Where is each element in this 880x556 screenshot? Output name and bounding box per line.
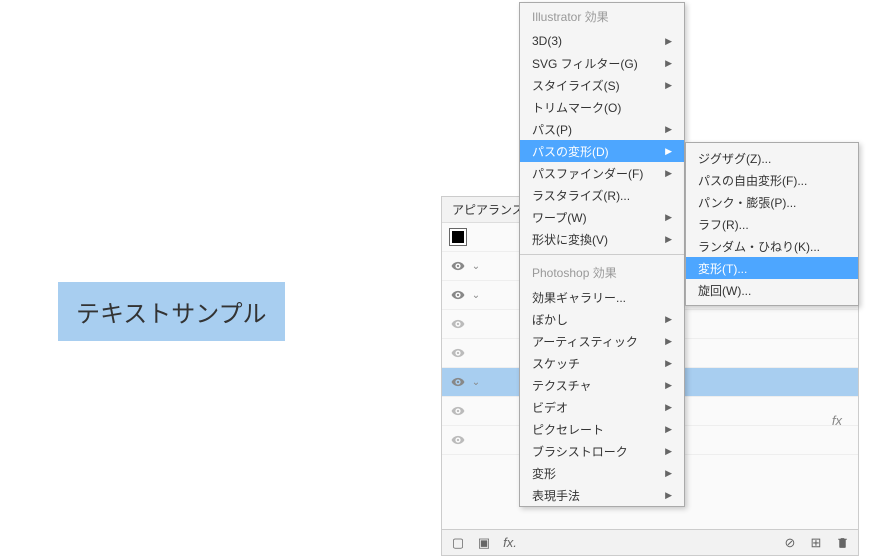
menu-item-label: スケッチ xyxy=(532,355,580,372)
submenu-arrow-icon: ▶ xyxy=(665,212,672,223)
appearance-panel-footer: ▢ ▣ fx. ⊘ ⊞ xyxy=(442,529,858,555)
menu-section-header-illustrator: Illustrator 効果 xyxy=(520,3,684,30)
menu-item-pathfinder[interactable]: パスファインダー(F) ▶ xyxy=(520,162,684,184)
submenu-item-transform[interactable]: 変形(T)... xyxy=(686,257,858,279)
submenu-item-free-distort[interactable]: パスの自由変形(F)... xyxy=(686,169,858,191)
menu-item-label: 表現手法 xyxy=(532,487,580,504)
menu-item-label: SVG フィルター(G) xyxy=(532,55,638,72)
menu-item-label: パスファインダー(F) xyxy=(532,165,643,182)
menu-item-effect-gallery[interactable]: 効果ギャラリー... xyxy=(520,286,684,308)
submenu-item-tweak[interactable]: ランダム・ひねり(K)... xyxy=(686,235,858,257)
menu-item-texture[interactable]: テクスチャ ▶ xyxy=(520,374,684,396)
visibility-eye-icon[interactable] xyxy=(448,259,468,273)
menu-item-label: 変形 xyxy=(532,465,556,482)
square-icon[interactable]: ▢ xyxy=(450,535,466,551)
menu-item-label: ワープ(W) xyxy=(532,209,587,226)
menu-item-distort-transform[interactable]: パスの変形(D) ▶ xyxy=(520,140,684,162)
menu-item-label: アーティスティック xyxy=(532,333,638,350)
submenu-arrow-icon: ▶ xyxy=(665,124,672,135)
submenu-item-twist[interactable]: 旋回(W)... xyxy=(686,279,858,301)
submenu-item-label: ラフ(R)... xyxy=(698,216,749,233)
submenu-arrow-icon: ▶ xyxy=(665,380,672,391)
fx-icon[interactable]: fx. xyxy=(502,535,518,551)
expand-chevron-icon[interactable]: ⌄ xyxy=(468,290,484,301)
submenu-item-label: ランダム・ひねり(K)... xyxy=(698,238,820,255)
menu-item-label: ビデオ xyxy=(532,399,568,416)
submenu-item-label: ジグザグ(Z)... xyxy=(698,150,771,167)
menu-item-label: トリムマーク(O) xyxy=(532,99,621,116)
menu-item-svg-filter[interactable]: SVG フィルター(G) ▶ xyxy=(520,52,684,74)
menu-section-header-photoshop: Photoshop 効果 xyxy=(520,259,684,286)
submenu-arrow-icon: ▶ xyxy=(665,234,672,245)
menu-item-brush-strokes[interactable]: ブラシストローク ▶ xyxy=(520,440,684,462)
submenu-arrow-icon: ▶ xyxy=(665,402,672,413)
submenu-arrow-icon: ▶ xyxy=(665,490,672,501)
distort-transform-submenu: ジグザグ(Z)... パスの自由変形(F)... パンク・膨張(P)... ラフ… xyxy=(685,142,859,306)
effects-menu: Illustrator 効果 3D(3) ▶ SVG フィルター(G) ▶ スタ… xyxy=(519,2,685,507)
menu-item-sketch[interactable]: スケッチ ▶ xyxy=(520,352,684,374)
submenu-item-label: 変形(T)... xyxy=(698,260,747,277)
add-icon[interactable]: ⊞ xyxy=(808,535,824,551)
submenu-item-pucker-bloat[interactable]: パンク・膨張(P)... xyxy=(686,191,858,213)
submenu-arrow-icon: ▶ xyxy=(665,358,672,369)
menu-item-artistic[interactable]: アーティスティック ▶ xyxy=(520,330,684,352)
menu-item-warp[interactable]: ワープ(W) ▶ xyxy=(520,206,684,228)
menu-item-3d[interactable]: 3D(3) ▶ xyxy=(520,30,684,52)
expand-chevron-icon[interactable]: ⌄ xyxy=(468,261,484,272)
menu-item-label: パスの変形(D) xyxy=(532,143,609,160)
menu-item-label: ピクセレート xyxy=(532,421,604,438)
submenu-arrow-icon: ▶ xyxy=(665,468,672,479)
menu-item-label: 形状に変換(V) xyxy=(532,231,608,248)
menu-item-label: ラスタライズ(R)... xyxy=(532,187,630,204)
menu-item-label: 効果ギャラリー... xyxy=(532,289,626,306)
visibility-eye-icon[interactable] xyxy=(448,317,468,331)
text-sample-content: テキストサンプル xyxy=(76,301,267,328)
submenu-arrow-icon: ▶ xyxy=(665,146,672,157)
visibility-eye-icon[interactable] xyxy=(448,433,468,447)
submenu-item-label: 旋回(W)... xyxy=(698,282,751,299)
menu-item-label: パス(P) xyxy=(532,121,572,138)
menu-item-path[interactable]: パス(P) ▶ xyxy=(520,118,684,140)
submenu-arrow-icon: ▶ xyxy=(665,446,672,457)
menu-item-distort[interactable]: 変形 ▶ xyxy=(520,462,684,484)
submenu-item-label: パンク・膨張(P)... xyxy=(698,194,796,211)
menu-item-trim-marks[interactable]: トリムマーク(O) xyxy=(520,96,684,118)
menu-item-video[interactable]: ビデオ ▶ xyxy=(520,396,684,418)
filled-square-icon[interactable]: ▣ xyxy=(476,535,492,551)
appearance-tab-label: アピアランス xyxy=(452,201,524,218)
fx-badge[interactable]: fx xyxy=(832,413,842,428)
submenu-item-roughen[interactable]: ラフ(R)... xyxy=(686,213,858,235)
menu-item-stylize[interactable]: スタイライズ(S) ▶ xyxy=(520,74,684,96)
submenu-arrow-icon: ▶ xyxy=(665,314,672,325)
submenu-arrow-icon: ▶ xyxy=(665,168,672,179)
menu-item-label: テクスチャ xyxy=(532,377,592,394)
submenu-arrow-icon: ▶ xyxy=(665,36,672,47)
submenu-arrow-icon: ▶ xyxy=(665,336,672,347)
visibility-eye-icon[interactable] xyxy=(448,375,468,389)
menu-separator xyxy=(520,254,684,255)
menu-item-pixelate[interactable]: ピクセレート ▶ xyxy=(520,418,684,440)
submenu-arrow-icon: ▶ xyxy=(665,424,672,435)
menu-item-convert-shape[interactable]: 形状に変換(V) ▶ xyxy=(520,228,684,250)
submenu-item-label: パスの自由変形(F)... xyxy=(698,172,807,189)
color-swatch-icon[interactable] xyxy=(450,229,466,245)
visibility-eye-icon[interactable] xyxy=(448,288,468,302)
visibility-eye-icon[interactable] xyxy=(448,404,468,418)
menu-item-stylize-ps[interactable]: 表現手法 ▶ xyxy=(520,484,684,506)
menu-item-label: スタイライズ(S) xyxy=(532,77,620,94)
submenu-arrow-icon: ▶ xyxy=(665,80,672,91)
expand-chevron-icon[interactable]: ⌄ xyxy=(468,377,484,388)
no-icon[interactable]: ⊘ xyxy=(782,535,798,551)
submenu-item-zigzag[interactable]: ジグザグ(Z)... xyxy=(686,147,858,169)
menu-item-rasterize[interactable]: ラスタライズ(R)... xyxy=(520,184,684,206)
text-sample-block[interactable]: テキストサンプル xyxy=(58,282,285,341)
submenu-arrow-icon: ▶ xyxy=(665,58,672,69)
menu-item-label: 3D(3) xyxy=(532,34,562,48)
visibility-eye-icon[interactable] xyxy=(448,346,468,360)
menu-item-label: ブラシストローク xyxy=(532,443,628,460)
menu-item-blur[interactable]: ぼかし ▶ xyxy=(520,308,684,330)
trash-icon[interactable] xyxy=(834,535,850,551)
menu-item-label: ぼかし xyxy=(532,311,568,328)
